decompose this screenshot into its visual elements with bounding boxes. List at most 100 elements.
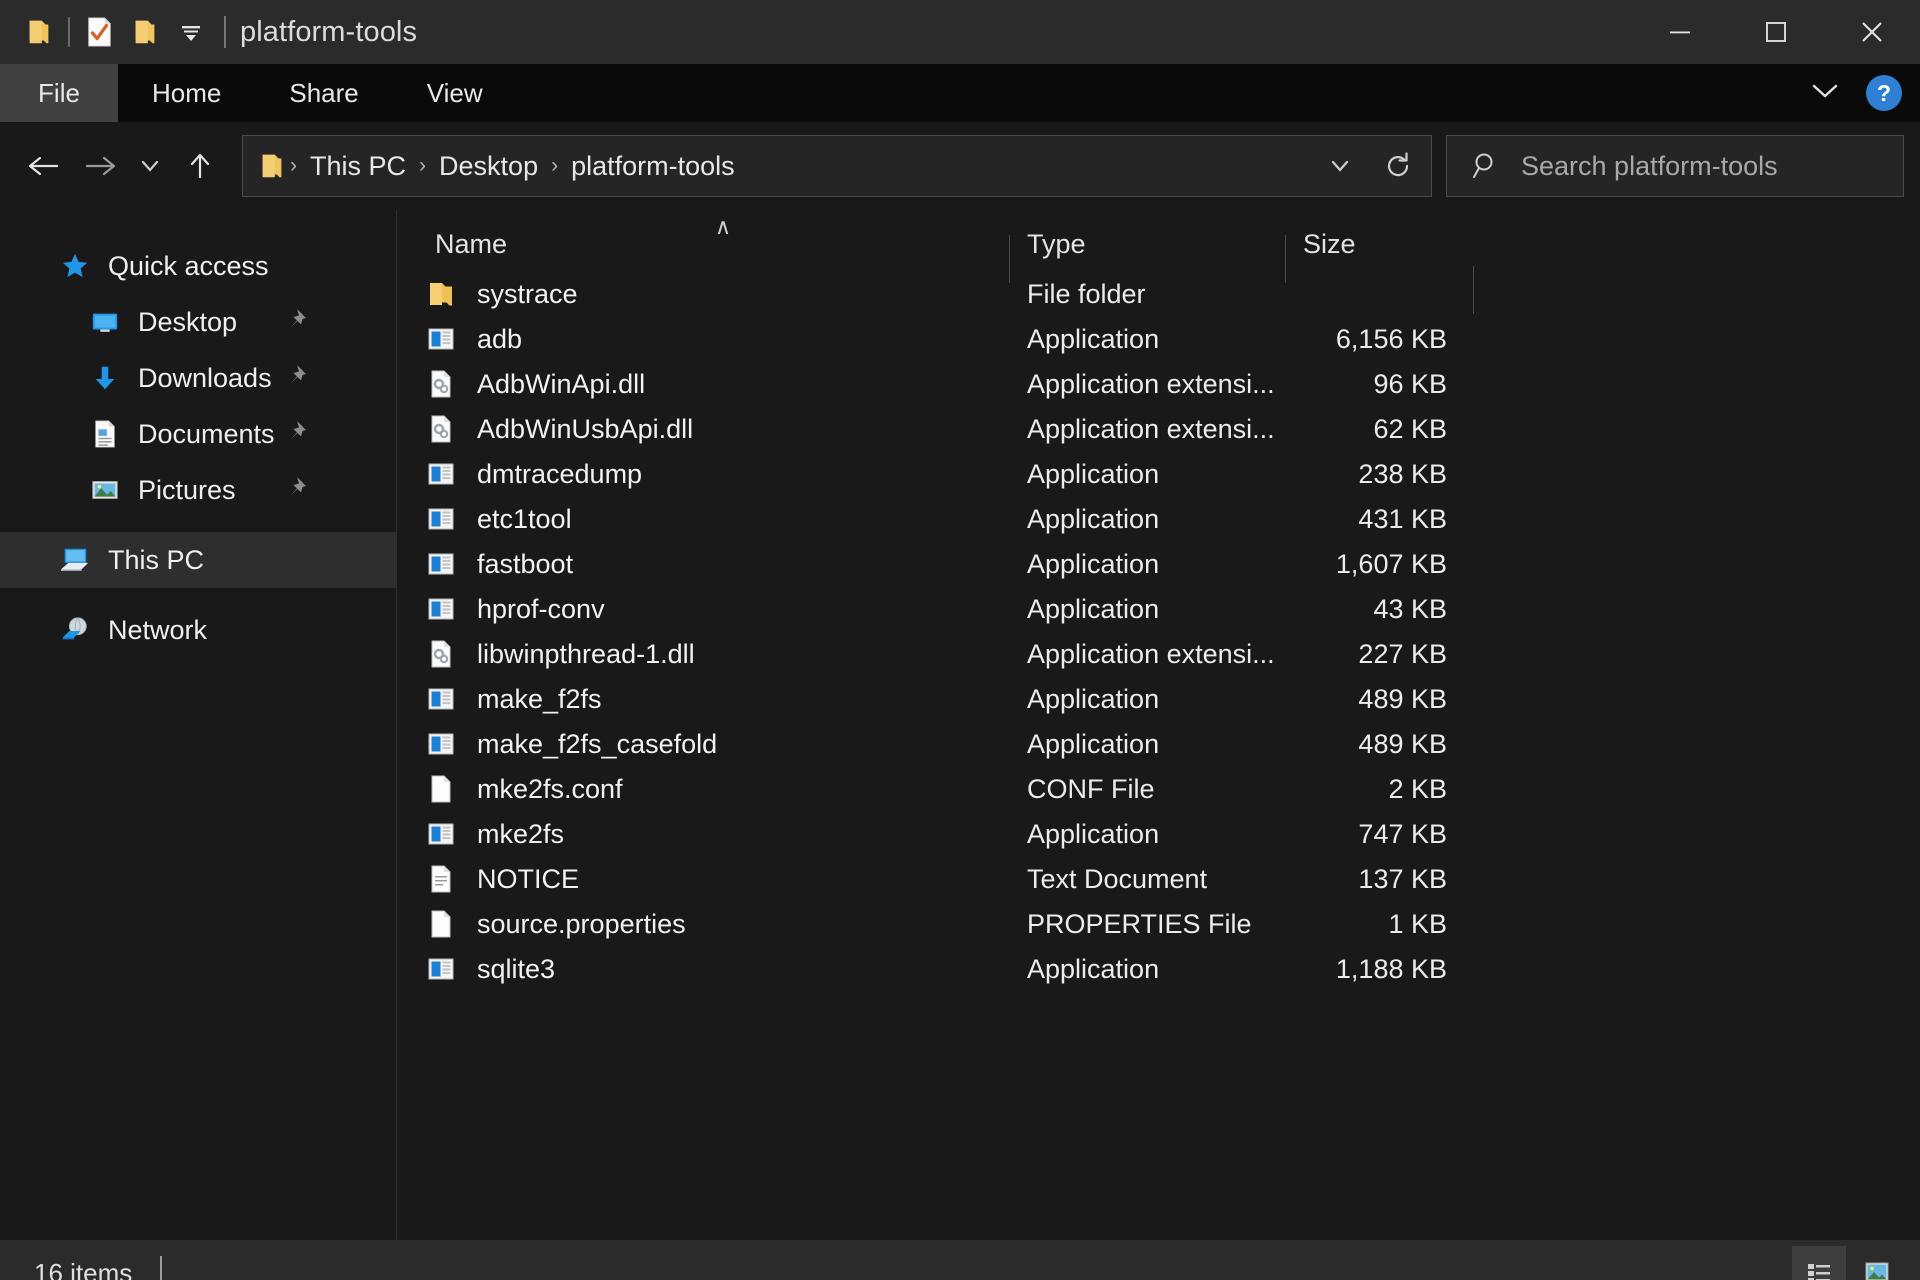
file-size-cell: 43 KB: [1373, 594, 1447, 624]
details-view-button[interactable]: [1792, 1246, 1846, 1280]
table-row[interactable]: make_f2fs_casefold Application 489 KB: [397, 722, 1920, 767]
refresh-icon[interactable]: [1371, 139, 1425, 193]
column-header-size[interactable]: Size: [1285, 229, 1473, 283]
back-button[interactable]: [16, 138, 72, 194]
network-icon: [58, 613, 92, 647]
table-row[interactable]: mke2fs.conf CONF File 2 KB: [397, 767, 1920, 812]
table-row[interactable]: AdbWinUsbApi.dll Application extensi... 62…: [397, 407, 1920, 452]
recent-locations-icon[interactable]: [128, 138, 172, 194]
sidebar-item-this-pc[interactable]: This PC: [0, 532, 396, 588]
customize-dropdown-icon[interactable]: [168, 9, 214, 55]
breadcrumb-item-desktop[interactable]: Desktop: [429, 151, 548, 182]
file-name-cell[interactable]: sqlite3: [397, 953, 1009, 987]
tab-view[interactable]: View: [393, 64, 517, 122]
item-count-label: 16 items: [34, 1257, 133, 1280]
sidebar-item-downloads[interactable]: Downloads: [0, 350, 396, 406]
pin-icon[interactable]: [282, 475, 308, 506]
sidebar-item-network[interactable]: Network: [0, 602, 396, 658]
file-size-cell: 431 KB: [1358, 504, 1447, 534]
address-bar-actions: [1313, 139, 1425, 193]
dll-icon: [425, 638, 459, 672]
search-input[interactable]: Search platform-tools: [1521, 151, 1778, 182]
table-row[interactable]: dmtracedump Application 238 KB: [397, 452, 1920, 497]
table-row[interactable]: libwinpthread-1.dll Application extensi..…: [397, 632, 1920, 677]
application-icon: [425, 728, 459, 762]
application-icon: [425, 818, 459, 852]
file-name-cell[interactable]: mke2fs.conf: [397, 773, 1009, 807]
file-name-cell[interactable]: NOTICE: [397, 863, 1009, 897]
file-name-cell[interactable]: make_f2fs: [397, 683, 1009, 717]
tab-home[interactable]: Home: [118, 64, 255, 122]
help-icon[interactable]: ?: [1866, 75, 1902, 111]
file-name-cell[interactable]: dmtracedump: [397, 458, 1009, 492]
file-name-cell[interactable]: systrace: [397, 278, 1009, 312]
breadcrumb-item-platform-tools[interactable]: platform-tools: [561, 151, 745, 182]
file-name-cell[interactable]: AdbWinApi.dll: [397, 368, 1009, 402]
forward-button[interactable]: [72, 138, 128, 194]
generic-file-icon: [425, 908, 459, 942]
ribbon-tabs: File Home Share View ?: [0, 64, 1920, 122]
file-name-label: systrace: [477, 279, 578, 309]
sidebar-item-documents[interactable]: Documents: [0, 406, 396, 462]
column-headers: ∧ Name Type Size: [397, 210, 1920, 314]
address-bar[interactable]: › This PC › Desktop › platform-tools: [242, 135, 1432, 197]
table-row[interactable]: etc1tool Application 431 KB: [397, 497, 1920, 542]
ribbon-right-controls: ?: [1806, 64, 1902, 122]
column-header-extra[interactable]: [1473, 260, 1613, 314]
table-row[interactable]: sqlite3 Application 1,188 KB: [397, 947, 1920, 992]
pin-icon[interactable]: [282, 363, 308, 394]
minimize-button[interactable]: [1632, 0, 1728, 64]
up-button[interactable]: [172, 138, 228, 194]
generic-file-icon: [425, 773, 459, 807]
window-title: platform-tools: [240, 15, 418, 48]
file-size-cell: 238 KB: [1358, 459, 1447, 489]
search-box[interactable]: Search platform-tools: [1446, 135, 1904, 197]
application-icon: [425, 683, 459, 717]
table-row[interactable]: source.properties PROPERTIES File 1 KB: [397, 902, 1920, 947]
file-name-cell[interactable]: hprof-conv: [397, 593, 1009, 627]
table-row[interactable]: adb Application 6,156 KB: [397, 317, 1920, 362]
table-row[interactable]: NOTICE Text Document 137 KB: [397, 857, 1920, 902]
column-divider[interactable]: [1285, 235, 1286, 283]
table-row[interactable]: AdbWinApi.dll Application extensi... 96 KB: [397, 362, 1920, 407]
chevron-down-icon[interactable]: [1313, 139, 1367, 193]
sidebar-item-quick-access[interactable]: Quick access: [0, 238, 396, 294]
tab-file[interactable]: File: [0, 64, 118, 122]
folder-icon[interactable]: [16, 9, 62, 55]
file-type-cell: CONF File: [1027, 774, 1155, 804]
file-name-cell[interactable]: fastboot: [397, 548, 1009, 582]
table-row[interactable]: mke2fs Application 747 KB: [397, 812, 1920, 857]
sidebar-item-desktop[interactable]: Desktop: [0, 294, 396, 350]
properties-icon[interactable]: [76, 9, 122, 55]
file-name-cell[interactable]: etc1tool: [397, 503, 1009, 537]
file-name-cell[interactable]: source.properties: [397, 908, 1009, 942]
maximize-button[interactable]: [1728, 0, 1824, 64]
large-icons-view-button[interactable]: [1850, 1246, 1904, 1280]
table-row[interactable]: systrace File folder: [397, 272, 1920, 317]
column-header-type[interactable]: Type: [1009, 229, 1285, 283]
breadcrumb-item-this-pc[interactable]: This PC: [300, 151, 416, 182]
column-divider[interactable]: [1473, 266, 1474, 314]
tab-share[interactable]: Share: [255, 64, 392, 122]
new-folder-icon[interactable]: [122, 9, 168, 55]
column-divider[interactable]: [1009, 235, 1010, 283]
dll-icon: [425, 368, 459, 402]
table-row[interactable]: make_f2fs Application 489 KB: [397, 677, 1920, 722]
file-list-pane: ∧ Name Type Size systrace File folder adb A…: [396, 210, 1920, 1240]
table-row[interactable]: hprof-conv Application 43 KB: [397, 587, 1920, 632]
expand-ribbon-icon[interactable]: [1806, 78, 1844, 109]
close-button[interactable]: [1824, 0, 1920, 64]
pin-icon[interactable]: [282, 419, 308, 450]
file-name-cell[interactable]: adb: [397, 323, 1009, 357]
pin-icon[interactable]: [282, 307, 308, 338]
table-row[interactable]: fastboot Application 1,607 KB: [397, 542, 1920, 587]
file-name-cell[interactable]: libwinpthread-1.dll: [397, 638, 1009, 672]
toolbar-separator: [68, 17, 70, 47]
sidebar-item-pictures[interactable]: Pictures: [0, 462, 396, 518]
file-name-cell[interactable]: make_f2fs_casefold: [397, 728, 1009, 762]
file-name-cell[interactable]: AdbWinUsbApi.dll: [397, 413, 1009, 447]
search-icon: [1469, 149, 1503, 183]
column-header-name[interactable]: Name: [397, 229, 1009, 272]
file-name-cell[interactable]: mke2fs: [397, 818, 1009, 852]
file-size-cell: 2 KB: [1388, 774, 1447, 804]
